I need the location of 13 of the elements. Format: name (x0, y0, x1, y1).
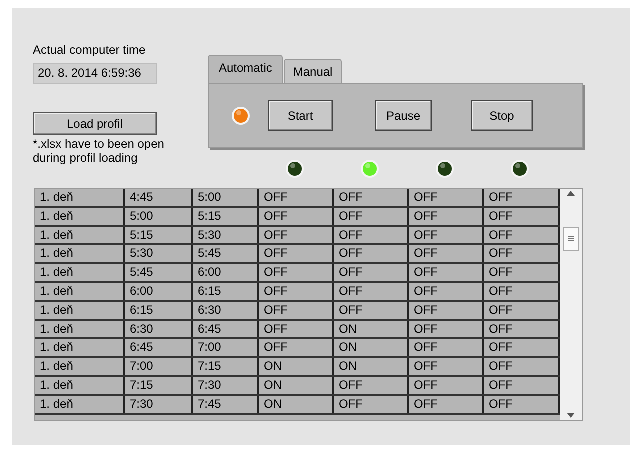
control-button[interactable]: Pause (375, 100, 432, 131)
tab[interactable]: Automatic (208, 55, 284, 83)
scroll-thumb-icon[interactable] (563, 227, 579, 252)
control-button[interactable]: Stop (471, 100, 533, 131)
load-profil-button[interactable]: Load profil (33, 112, 157, 135)
time-display: 20. 8. 2014 6:59:36 (33, 63, 157, 84)
control-button[interactable]: Start (268, 100, 333, 131)
time-label: Actual computer time (33, 43, 147, 58)
scrollbar[interactable] (560, 189, 582, 420)
scroll-up-icon[interactable] (567, 191, 575, 196)
note-text: *.xlsx have to been open during profil loading (33, 137, 166, 165)
scroll-down-icon[interactable] (567, 412, 575, 418)
tab[interactable]: Manual (284, 59, 342, 83)
